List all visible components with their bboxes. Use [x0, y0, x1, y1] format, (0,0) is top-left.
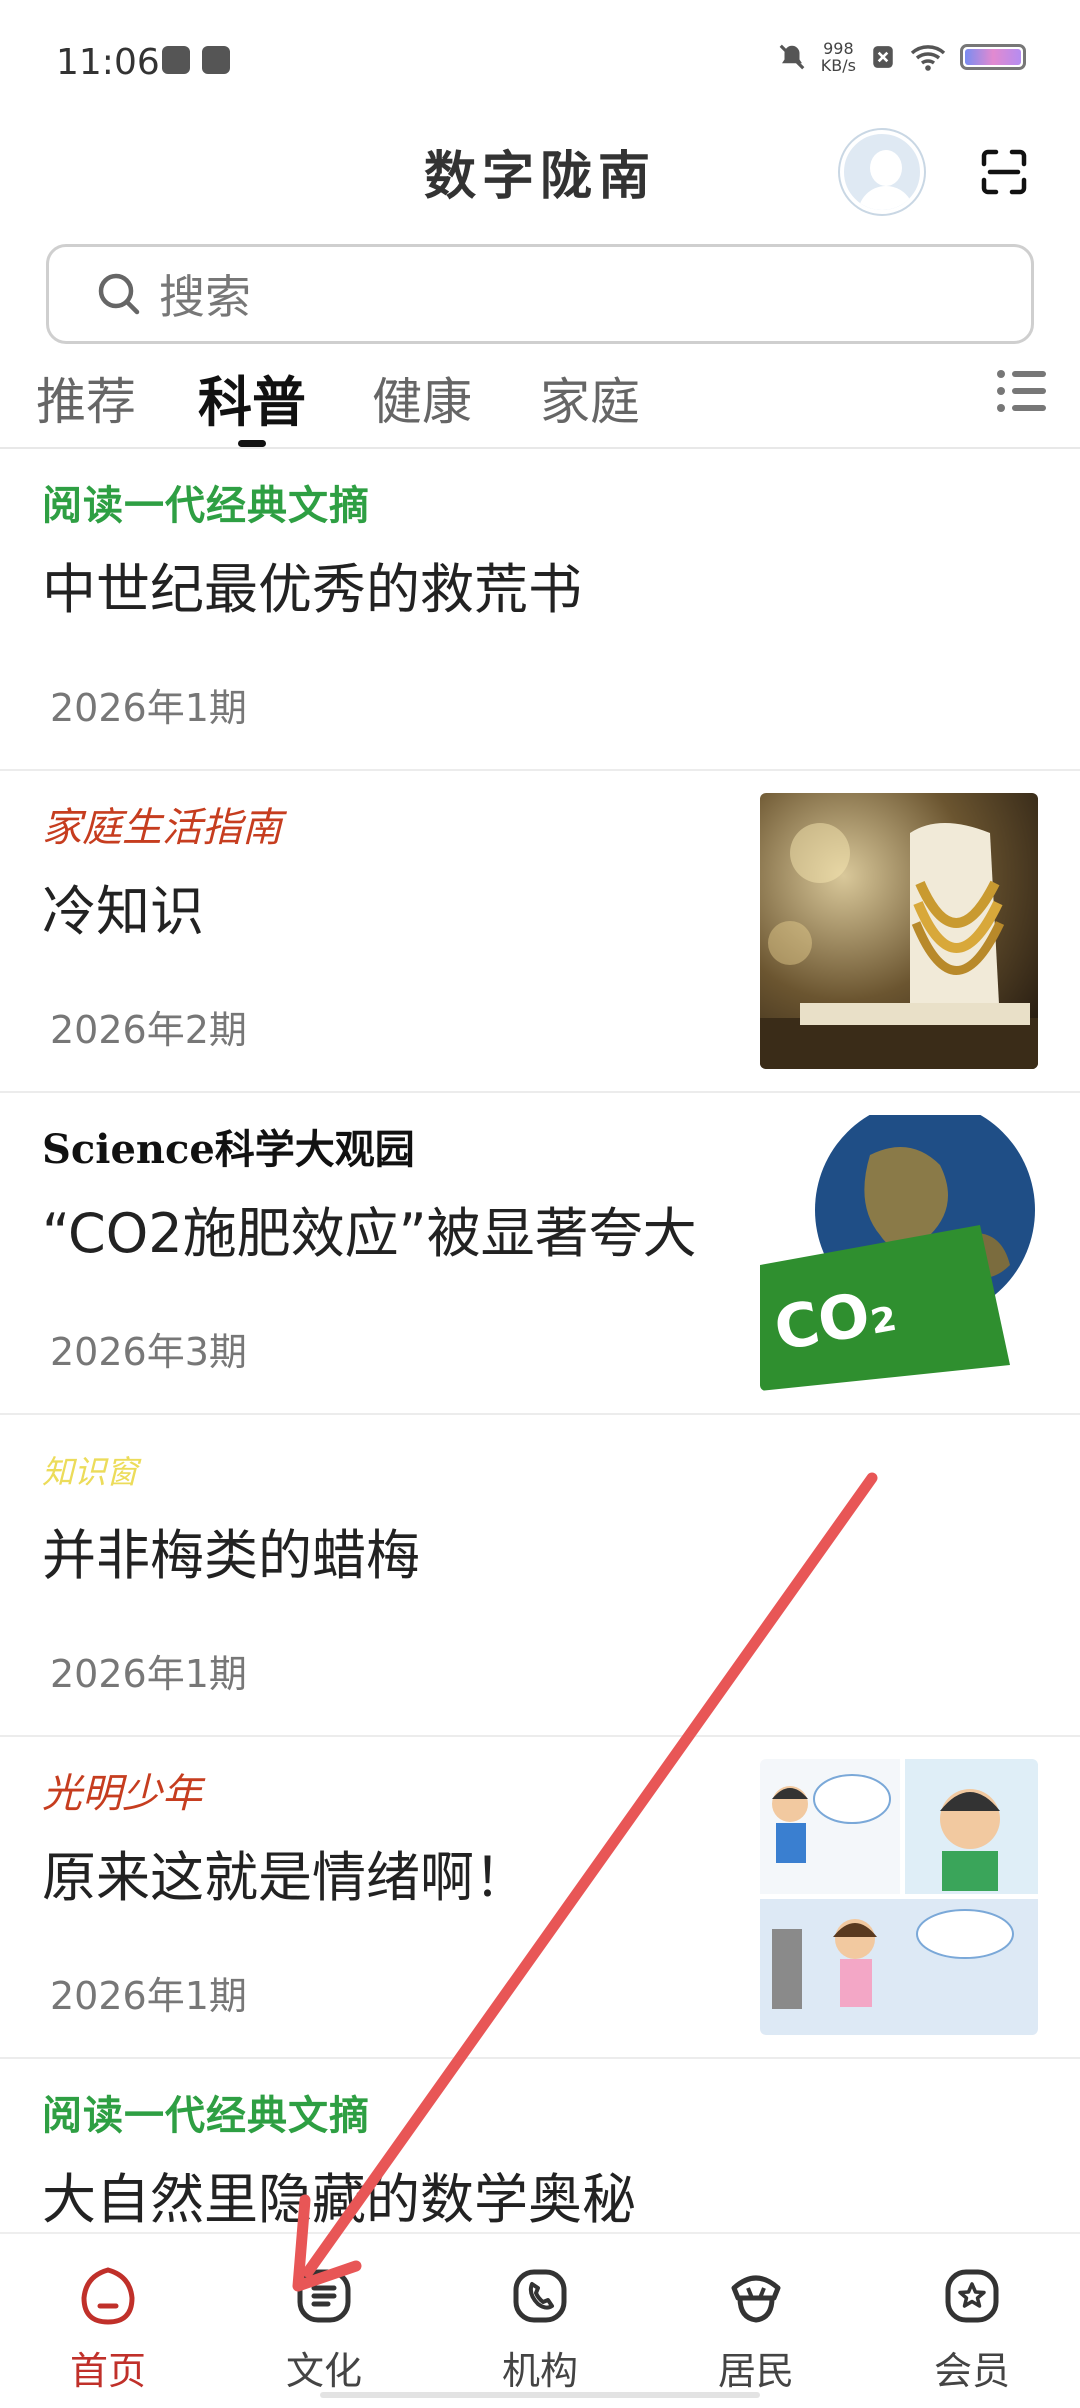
- article-title: 中世纪最优秀的救荒书: [42, 558, 582, 621]
- article-source: 光明少年: [42, 1771, 202, 1817]
- article-item[interactable]: Science科学大观园 “CO2施肥效应”被显著夸大 2026年3期 CO₂: [0, 1093, 1080, 1415]
- article-thumbnail: CO₂: [760, 1115, 1038, 1391]
- article-issue: 2026年1期: [50, 686, 247, 730]
- article-item[interactable]: 光明少年 原来这就是情绪啊！ 2026年1期: [0, 1737, 1080, 2059]
- article-issue: 2026年1期: [50, 1974, 247, 2018]
- home-icon: [81, 2267, 135, 2325]
- article-item[interactable]: 阅读一代经典文摘 中世纪最优秀的救荒书 2026年1期: [0, 449, 1080, 771]
- culture-icon: [297, 2269, 351, 2323]
- article-issue: 2026年1期: [50, 1652, 247, 1696]
- bottom-nav: 首页 文化 机构 居民 会员: [0, 2232, 1080, 2408]
- kids-comic-image: [760, 1759, 1038, 2035]
- article-title: 冷知识: [42, 880, 204, 943]
- notification-mail-icon: [162, 46, 190, 74]
- nav-resident[interactable]: 居民: [676, 2264, 836, 2395]
- search-placeholder: 搜索: [159, 270, 251, 324]
- tab-health[interactable]: 健康: [372, 362, 472, 434]
- tab-list-menu-icon[interactable]: [996, 368, 1048, 414]
- resident-icon: [731, 2275, 781, 2323]
- scan-icon[interactable]: [980, 148, 1028, 196]
- search-icon: [98, 273, 140, 315]
- phone-icon: [513, 2269, 567, 2323]
- article-source: Science科学大观园: [42, 1126, 415, 1173]
- search-input[interactable]: 搜索: [46, 244, 1034, 344]
- article-source: 阅读一代经典文摘: [42, 482, 370, 529]
- category-tabs: 推荐 科普 健康 家庭: [0, 356, 1080, 448]
- network-speed: 998 KB/s: [820, 39, 856, 75]
- article-source: 知识窗: [42, 1453, 139, 1491]
- article-item[interactable]: 家庭生活指南 冷知识 2026年2期: [0, 771, 1080, 1093]
- article-issue: 2026年2期: [50, 1008, 247, 1052]
- avatar[interactable]: [840, 130, 924, 214]
- article-item[interactable]: 知识窗 并非梅类的蜡梅 2026年1期: [0, 1415, 1080, 1737]
- nav-member[interactable]: 会员: [892, 2264, 1052, 2395]
- notification-app-icon: [202, 46, 230, 74]
- article-issue: 2026年3期: [50, 1330, 247, 1374]
- tab-recommend[interactable]: 推荐: [36, 362, 136, 434]
- jewelry-necklace-image: [760, 793, 1038, 1069]
- article-title: 并非梅类的蜡梅: [42, 1524, 420, 1587]
- wifi-icon: [910, 45, 946, 71]
- battery-icon: [960, 44, 1026, 70]
- nav-home[interactable]: 首页: [28, 2264, 188, 2395]
- active-tab-indicator: [238, 440, 266, 447]
- status-time: 11:06: [56, 42, 160, 83]
- status-bar: 11:06 998 KB/s: [0, 0, 1080, 120]
- co2-earth-image: CO₂: [760, 1115, 1038, 1391]
- sim-off-icon: [873, 46, 893, 68]
- article-source: 家庭生活指南: [42, 805, 282, 851]
- article-source: 阅读一代经典文摘: [42, 2092, 370, 2139]
- member-star-icon: [945, 2269, 999, 2323]
- article-title: “CO2施肥效应”被显著夸大: [42, 1202, 697, 1265]
- article-title: 原来这就是情绪啊！: [42, 1846, 528, 1909]
- article-thumbnail: [760, 1759, 1038, 2035]
- tab-science[interactable]: 科普: [198, 358, 306, 437]
- mute-bell-icon: [779, 44, 805, 70]
- article-thumbnail: [760, 793, 1038, 1069]
- nav-culture[interactable]: 文化: [244, 2264, 404, 2395]
- home-indicator-bar: [320, 2392, 760, 2398]
- article-title: 大自然里隐藏的数学奥秘: [42, 2168, 636, 2231]
- nav-institution[interactable]: 机构: [460, 2264, 620, 2395]
- tab-family[interactable]: 家庭: [540, 362, 640, 434]
